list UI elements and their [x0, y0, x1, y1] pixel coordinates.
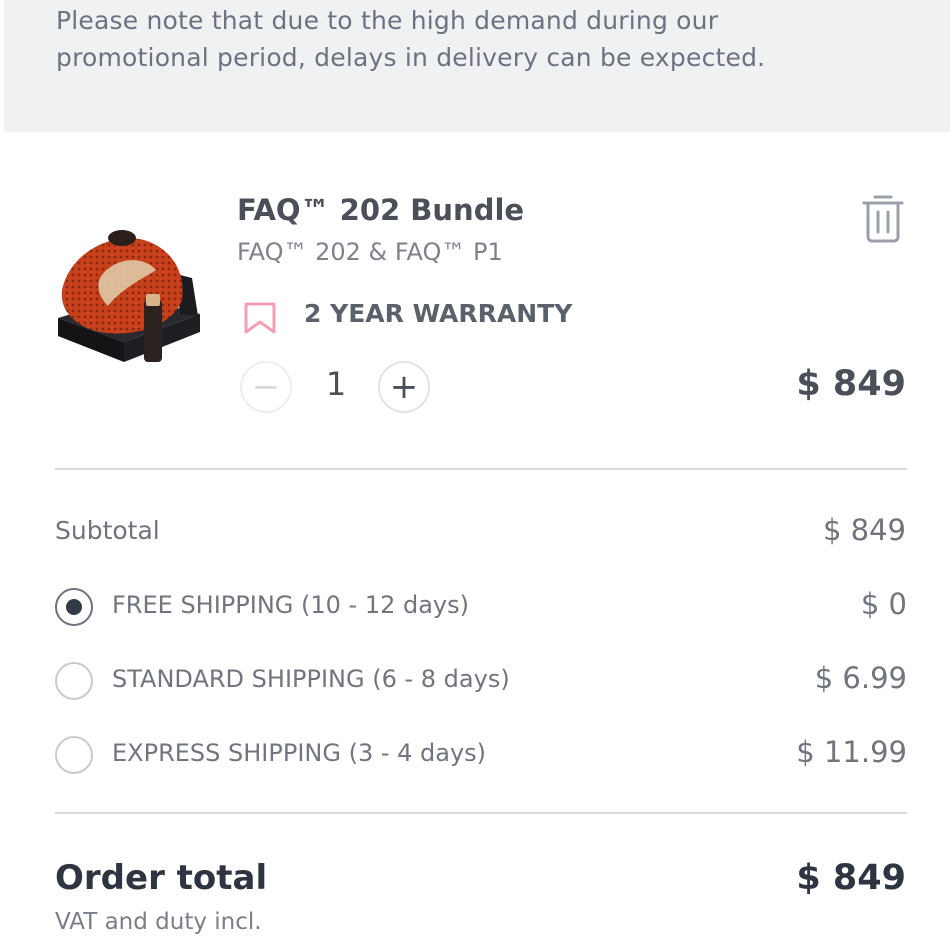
item-price: $ 849	[796, 364, 906, 404]
divider	[55, 812, 907, 814]
product-title[interactable]: FAQ™ 202 Bundle	[237, 193, 524, 227]
notice-text-line-1: Please note that due to the high demand …	[56, 6, 719, 35]
order-total-label: Order total	[55, 858, 268, 898]
shipping-option-free[interactable]: FREE SHIPPING (10 - 12 days) $ 0	[55, 586, 907, 632]
shipping-option-label: STANDARD SHIPPING (6 - 8 days)	[112, 665, 510, 693]
subtotal-value: $ 849	[822, 513, 906, 547]
quantity-value: 1	[325, 365, 347, 403]
product-subtitle: FAQ™ 202 & FAQ™ P1	[237, 238, 503, 266]
increase-quantity-button[interactable]: +	[378, 361, 430, 413]
notice-text-line-2: promotional period, delays in delivery c…	[56, 43, 766, 72]
shipping-option-price: $ 11.99	[796, 735, 907, 769]
product-image	[52, 218, 208, 374]
shipping-option-price: $ 6.99	[814, 661, 907, 695]
shipping-option-standard[interactable]: STANDARD SHIPPING (6 - 8 days) $ 6.99	[55, 660, 907, 706]
shipping-option-express[interactable]: EXPRESS SHIPPING (3 - 4 days) $ 11.99	[55, 734, 907, 780]
radio-button-standard[interactable]	[55, 662, 93, 700]
decrease-quantity-button[interactable]: −	[240, 361, 292, 413]
minus-icon: −	[251, 367, 281, 407]
plus-icon: +	[389, 367, 419, 407]
order-total-value: $ 849	[796, 858, 906, 898]
bookmark-icon	[242, 301, 278, 335]
shipping-option-label: FREE SHIPPING (10 - 12 days)	[112, 591, 469, 619]
subtotal-label: Subtotal	[55, 516, 160, 545]
shipping-option-price: $ 0	[860, 587, 907, 621]
radio-selected-dot	[66, 599, 82, 615]
radio-button-free[interactable]	[55, 588, 93, 626]
shipping-option-label: EXPRESS SHIPPING (3 - 4 days)	[112, 739, 487, 767]
vat-note: VAT and duty incl.	[55, 909, 262, 935]
delivery-notice-banner: Please note that due to the high demand …	[4, 0, 950, 132]
radio-button-express[interactable]	[55, 736, 93, 774]
trash-icon[interactable]	[860, 192, 906, 244]
warranty-label: 2 YEAR WARRANTY	[304, 299, 573, 328]
divider	[55, 468, 907, 470]
